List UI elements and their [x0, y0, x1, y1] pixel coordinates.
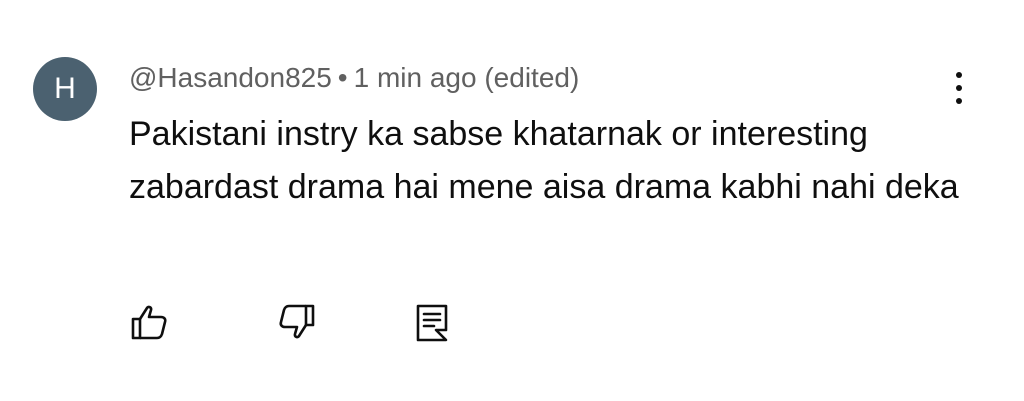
comment-item: H @Hasandon825 • 1 min ago (edited) Pakist… [0, 0, 1024, 401]
comment-header: @Hasandon825 • 1 min ago (edited) [129, 58, 579, 98]
thumbs-down-icon [279, 304, 315, 339]
avatar[interactable]: H [33, 57, 97, 121]
like-button[interactable] [127, 300, 171, 344]
reply-button[interactable] [410, 300, 454, 344]
thumbs-up-icon [131, 305, 167, 340]
author-handle[interactable]: @Hasandon825 [129, 62, 332, 93]
reply-comment-icon [416, 304, 448, 342]
meta-separator: • [337, 62, 348, 93]
comment-text: Pakistani instry ka sabse khatarnak or i… [129, 115, 959, 206]
dislike-button[interactable] [275, 300, 319, 344]
avatar-letter: H [54, 72, 76, 105]
timestamp: 1 min ago (edited) [353, 62, 580, 93]
more-options-button[interactable] [938, 64, 980, 112]
